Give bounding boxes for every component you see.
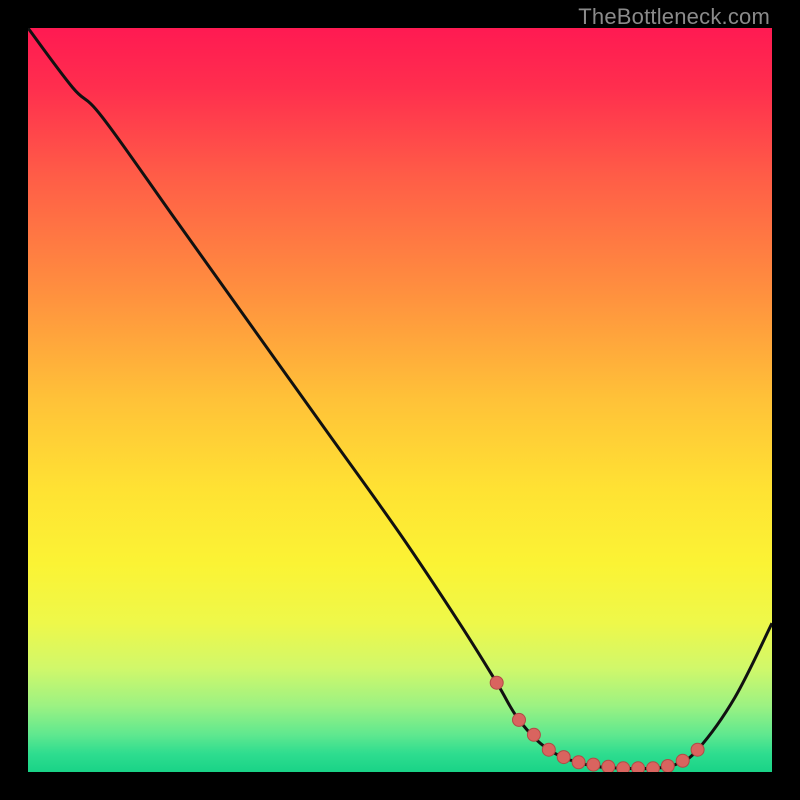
chart-frame: TheBottleneck.com [0,0,800,800]
attribution-text: TheBottleneck.com [578,4,770,30]
background-gradient [28,28,772,772]
plot-area [28,28,772,772]
